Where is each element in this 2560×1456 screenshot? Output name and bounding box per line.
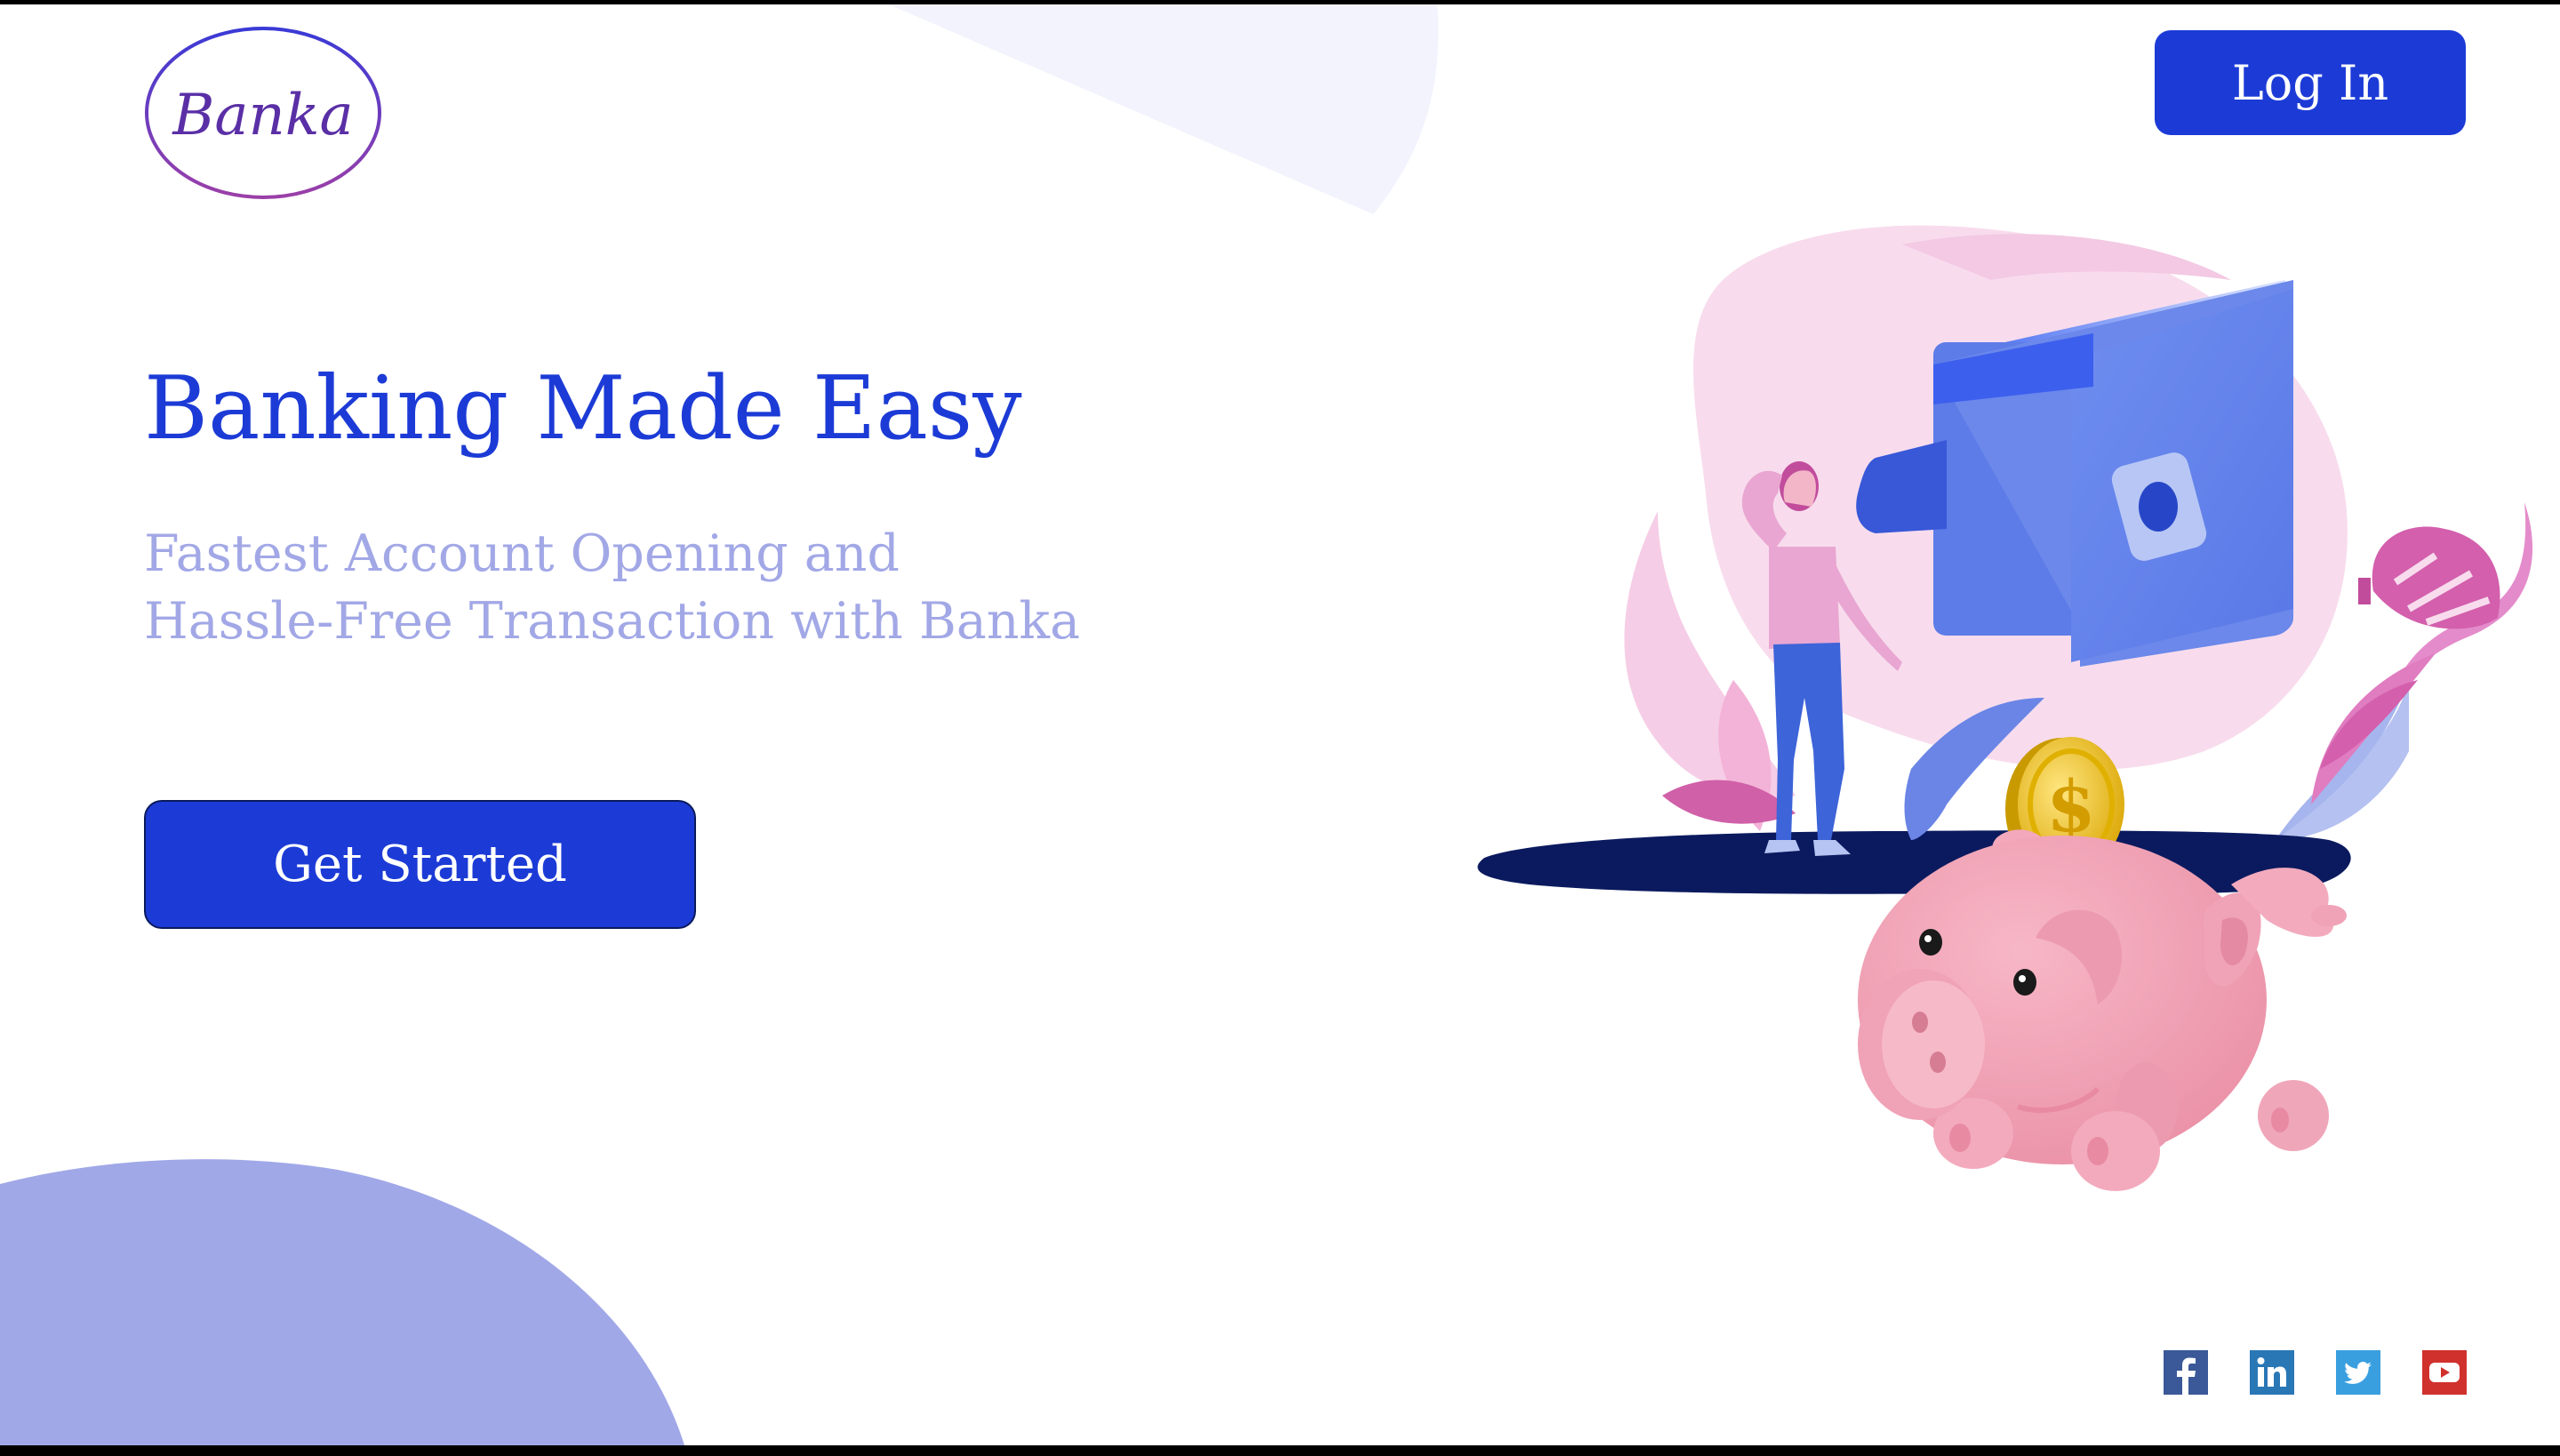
- hero-subtitle-line: Fastest Account Opening and: [144, 524, 900, 583]
- get-started-button[interactable]: Get Started: [144, 800, 696, 929]
- facebook-icon: [2164, 1350, 2208, 1395]
- twitter-link[interactable]: [2336, 1350, 2380, 1395]
- facebook-link[interactable]: [2164, 1350, 2208, 1395]
- login-button[interactable]: Log In: [2155, 30, 2466, 135]
- youtube-link[interactable]: [2422, 1350, 2467, 1395]
- social-links: [2164, 1350, 2467, 1395]
- hero-title: Banking Made Easy: [144, 358, 1022, 460]
- logo-text: Banka: [172, 83, 353, 148]
- linkedin-link[interactable]: [2250, 1350, 2294, 1395]
- hero-subtitle: Fastest Account Opening and Hassle-Free …: [144, 520, 1080, 655]
- svg-text:$: $: [2046, 764, 2096, 848]
- hero-subtitle-line: Hassle-Free Transaction with Banka: [144, 592, 1081, 651]
- landing-page: Banka Log In Banking Made Easy Fastest A…: [0, 4, 2560, 1445]
- twitter-icon: [2336, 1350, 2380, 1395]
- banka-logo: Banka: [145, 27, 381, 199]
- piggy-bank-wallet-illustration: $: [1477, 225, 2533, 1191]
- youtube-icon: [2422, 1350, 2467, 1395]
- background-blob-shape: [0, 1159, 684, 1445]
- linkedin-icon: [2250, 1350, 2294, 1395]
